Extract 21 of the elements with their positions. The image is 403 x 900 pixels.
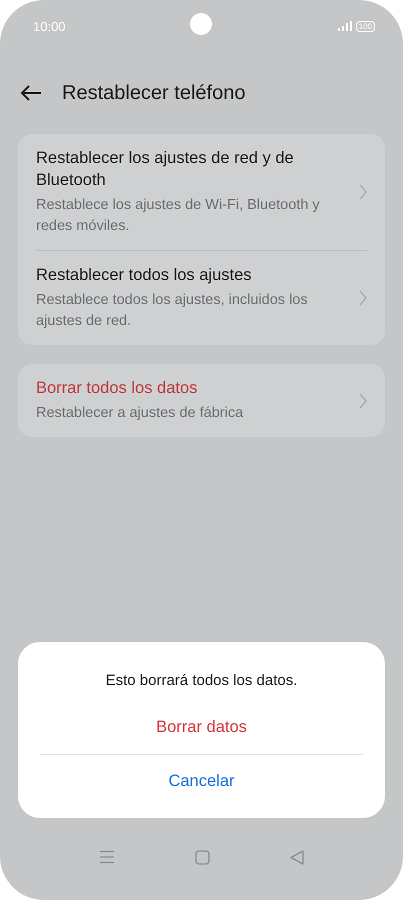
chevron-icon xyxy=(359,184,367,200)
option-title[interactable]: Borrar todos los datos xyxy=(36,377,345,399)
back-icon[interactable] xyxy=(290,850,304,864)
chevron-icon xyxy=(359,392,367,408)
option-title[interactable]: Restablecer todos los ajustes xyxy=(36,264,345,286)
camera-hole xyxy=(190,13,212,35)
erase-button[interactable]: Borrar datos xyxy=(40,701,363,754)
menu-icon[interactable] xyxy=(99,850,115,864)
cancel-button[interactable]: Cancelar xyxy=(40,754,363,808)
signal-icon xyxy=(338,21,352,31)
dialog-message: Esto borrará todos los datos. xyxy=(106,672,298,689)
option-description: Restablecer a ajustes de fábrica xyxy=(36,404,244,423)
page-title: Restablecer teléfono xyxy=(62,82,246,104)
home-icon[interactable] xyxy=(195,850,210,864)
chevron-icon xyxy=(359,290,367,306)
status-time: 10:00 xyxy=(33,18,66,34)
option-title[interactable]: Restablecer los ajustes de red y de Bluetooth xyxy=(36,147,345,191)
option-description: Restablece todos los ajustes, incluidos los ajustes de red. xyxy=(36,291,309,331)
battery-level: 100 xyxy=(356,20,375,32)
option-description: Restablece los ajustes de Wi-Fi, Bluetooth y redes móviles. xyxy=(36,196,321,236)
back-arrow-icon[interactable] xyxy=(20,85,42,101)
